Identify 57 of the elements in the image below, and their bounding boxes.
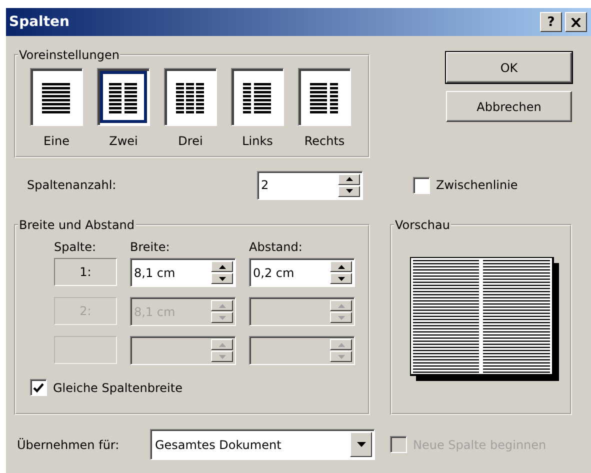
spin-up-button[interactable]	[211, 300, 233, 311]
caret-icon	[356, 442, 366, 447]
close-button[interactable]	[565, 12, 587, 32]
dropdown-button[interactable]	[350, 432, 372, 457]
ok-button[interactable]: OK	[446, 52, 572, 83]
spin-field[interactable]	[249, 297, 355, 326]
spin-down-button[interactable]	[211, 312, 233, 323]
window-title: Spalten	[9, 14, 70, 30]
down-arrow-icon	[346, 189, 352, 193]
spin-down-button[interactable]	[330, 312, 352, 323]
spin-down-button[interactable]	[338, 186, 360, 196]
checkbox[interactable]	[413, 176, 430, 194]
group-title: Vorschau	[394, 218, 451, 232]
spin-up-button[interactable]	[211, 339, 233, 350]
spin-up-button[interactable]	[330, 261, 352, 272]
dropdown[interactable]: Gesamtes Dokument	[150, 429, 375, 460]
checkbox-label: Gleiche Spaltenbreite	[53, 380, 182, 394]
spin-field[interactable]: 2	[257, 170, 363, 200]
spin-down-button[interactable]	[330, 351, 352, 362]
check-icon	[33, 382, 44, 392]
close-icon	[571, 18, 581, 26]
up-arrow-icon	[346, 177, 352, 181]
field-label: Übernehmen für:	[16, 438, 120, 452]
up-arrow-icon	[218, 342, 226, 346]
down-arrow-icon	[338, 276, 344, 280]
up-arrow-icon	[218, 264, 226, 268]
help-button[interactable]: ?	[540, 12, 562, 32]
spin-field[interactable]	[249, 336, 355, 365]
spin-down-button[interactable]	[211, 273, 233, 284]
checkbox[interactable]	[30, 379, 47, 396]
down-arrow-icon	[338, 316, 344, 320]
up-arrow-icon	[338, 304, 344, 308]
checkbox-label: Zwischenlinie	[436, 178, 518, 192]
spin-field[interactable]: 8,1 cm	[130, 258, 236, 287]
down-arrow-icon	[218, 316, 226, 320]
down-arrow-icon	[218, 276, 226, 280]
up-arrow-icon	[338, 264, 344, 268]
group-title: Voreinstellungen	[18, 48, 120, 62]
column-number: 1:	[54, 258, 117, 286]
up-arrow-icon	[338, 342, 344, 346]
spin-field[interactable]: 0,2 cm	[249, 258, 355, 287]
spin-up-button[interactable]	[338, 174, 360, 184]
spin-up-button[interactable]	[211, 261, 233, 272]
group-title: Breite und Abstand	[18, 218, 136, 232]
spin-field[interactable]	[130, 336, 236, 365]
column-header: Abstand:	[249, 240, 304, 254]
spin-down-button[interactable]	[330, 273, 352, 284]
down-arrow-icon	[338, 354, 344, 358]
up-arrow-icon	[218, 304, 226, 308]
down-arrow-icon	[218, 354, 226, 358]
spin-up-button[interactable]	[330, 300, 352, 311]
cancel-button[interactable]: Abbrechen	[446, 91, 572, 122]
spin-up-button[interactable]	[330, 339, 352, 350]
column-header: Breite:	[130, 240, 171, 254]
column-header: Spalte:	[54, 240, 98, 254]
spin-down-button[interactable]	[211, 351, 233, 362]
field-label: Spaltenanzahl:	[26, 178, 118, 192]
